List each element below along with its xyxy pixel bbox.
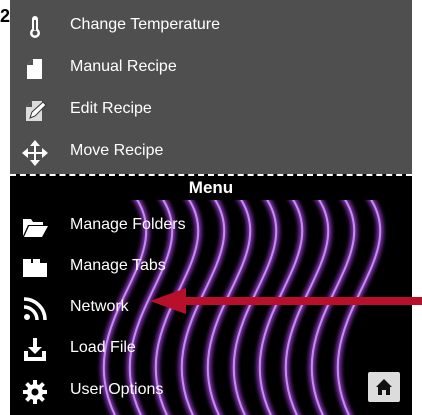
annotation-arrow <box>150 288 422 314</box>
edit-recipe-item[interactable]: Edit Recipe <box>10 90 412 130</box>
thermometer-icon <box>30 16 40 38</box>
user-options-label: User Options <box>70 381 164 398</box>
user-options-item[interactable]: User Options <box>10 371 412 411</box>
load-file-label: Load File <box>70 339 136 356</box>
panel-divider <box>10 174 412 176</box>
step-number: 2 <box>0 6 11 26</box>
home-icon <box>376 379 392 395</box>
gear-icon <box>23 380 47 404</box>
load-file-item[interactable]: Load File <box>10 329 412 369</box>
home-button[interactable] <box>368 372 400 402</box>
recipe-actions-panel: Change Temperature Manual Recipe Edit Re… <box>10 0 412 174</box>
manage-folders-item[interactable]: Manage Folders <box>10 206 412 246</box>
device-screen: Change Temperature Manual Recipe Edit Re… <box>10 0 412 415</box>
manual-recipe-item[interactable]: Manual Recipe <box>10 48 412 88</box>
edit-recipe-label: Edit Recipe <box>70 100 152 117</box>
tabs-icon <box>23 259 47 277</box>
change-temperature-label: Change Temperature <box>70 16 221 33</box>
manage-tabs-item[interactable]: Manage Tabs <box>10 247 412 287</box>
manual-recipe-label: Manual Recipe <box>70 58 177 75</box>
move-recipe-item[interactable]: Move Recipe <box>10 132 412 172</box>
manage-tabs-label: Manage Tabs <box>70 257 166 274</box>
menu-title: Menu <box>188 178 234 197</box>
download-tray-icon <box>24 338 46 361</box>
network-label: Network <box>70 298 129 315</box>
rss-network-icon <box>23 297 47 321</box>
change-temperature-item[interactable]: Change Temperature <box>10 6 412 46</box>
move-arrows-icon <box>22 140 48 166</box>
document-icon <box>27 59 42 79</box>
folder-open-icon <box>23 219 48 237</box>
edit-document-icon <box>26 101 47 121</box>
manage-folders-label: Manage Folders <box>70 216 186 233</box>
move-recipe-label: Move Recipe <box>70 142 164 159</box>
